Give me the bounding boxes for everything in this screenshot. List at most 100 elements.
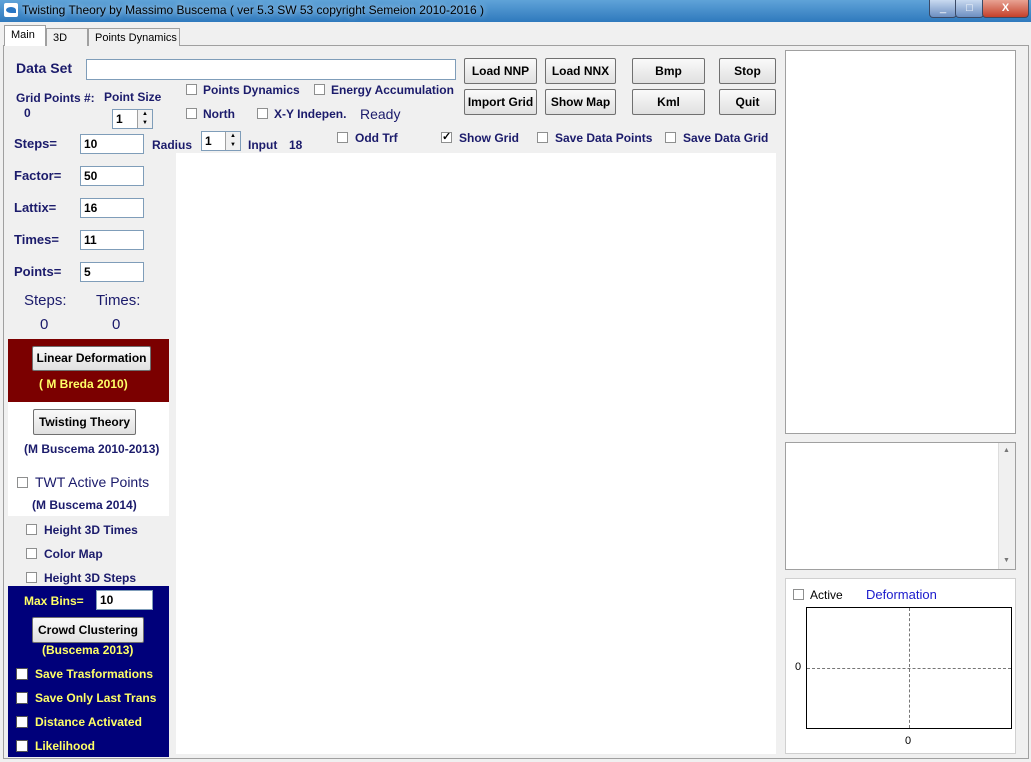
stop-button[interactable]: Stop — [719, 58, 776, 84]
twisting-theory-credit: (M Buscema 2010-2013) — [24, 442, 160, 456]
xy-indep-checkbox[interactable] — [257, 108, 268, 119]
energy-accumulation-label: Energy Accumulation — [331, 83, 454, 97]
times-counter-value: 0 — [112, 316, 121, 333]
save-data-grid-checkbox[interactable] — [665, 132, 676, 143]
window-title: Twisting Theory by Massimo Buscema ( ver… — [22, 3, 484, 17]
grid-points-value: 0 — [24, 106, 31, 120]
times-counter-label: Times: — [96, 292, 141, 309]
deformation-active-checkbox[interactable] — [793, 589, 804, 600]
save-only-last-trans-checkbox[interactable] — [16, 692, 28, 704]
title-bar: Twisting Theory by Massimo Buscema ( ver… — [0, 0, 1031, 22]
spin-down-icon[interactable]: ▼ — [137, 119, 152, 128]
steps-param-label: Steps= — [14, 136, 57, 151]
crowd-clustering-credit: (Buscema 2013) — [42, 643, 134, 657]
vertical-scrollbar[interactable]: ▲ ▼ — [998, 443, 1015, 569]
status-text: Ready — [360, 106, 401, 122]
lattix-param-input[interactable]: 16 — [80, 198, 144, 218]
save-trasformations-label: Save Trasformations — [35, 667, 154, 681]
lattix-param-label: Lattix= — [14, 200, 57, 215]
load-nnp-button[interactable]: Load NNP — [464, 58, 537, 84]
north-label: North — [203, 107, 235, 121]
north-checkbox[interactable] — [186, 108, 197, 119]
twt-panel: TWT Active Points (M Buscema 2014) — [8, 472, 169, 516]
xy-indep-label: X-Y Indepen. — [274, 107, 347, 121]
maximize-button[interactable]: □ — [955, 0, 984, 18]
kml-button[interactable]: Kml — [632, 89, 705, 115]
quit-button[interactable]: Quit — [719, 89, 776, 115]
app-icon — [4, 3, 18, 17]
max-bins-input[interactable]: 10 — [96, 590, 153, 610]
points-param-input[interactable]: 5 — [80, 262, 144, 282]
bmp-button[interactable]: Bmp — [632, 58, 705, 84]
scroll-up-icon[interactable]: ▲ — [1003, 447, 1010, 454]
log-textbox[interactable]: ▲ ▼ — [785, 442, 1016, 570]
height-3d-times-checkbox[interactable] — [26, 524, 37, 535]
spin-up-icon[interactable]: ▲ — [225, 132, 240, 141]
points-dynamics-checkbox[interactable] — [186, 84, 197, 95]
color-map-checkbox[interactable] — [26, 548, 37, 559]
twisting-theory-button[interactable]: Twisting Theory — [33, 409, 136, 435]
twt-active-points-label: TWT Active Points — [35, 474, 150, 490]
tab-points-dynamics[interactable]: Points Dynamics — [88, 28, 180, 46]
crowd-clustering-button[interactable]: Crowd Clustering — [32, 617, 144, 643]
distance-activated-checkbox[interactable] — [16, 716, 28, 728]
deformation-panel: Active Deformation 0 0 — [785, 578, 1016, 754]
input-value: 18 — [289, 138, 303, 152]
steps-counter-value: 0 — [40, 316, 49, 333]
radius-label: Radius — [152, 138, 193, 152]
deformation-active-label: Active — [810, 588, 843, 602]
show-map-button[interactable]: Show Map — [545, 89, 616, 115]
show-grid-label: Show Grid — [459, 131, 519, 145]
tab-3d[interactable]: 3D — [46, 28, 88, 46]
linear-deformation-panel: Linear Deformation ( M Breda 2010) — [8, 339, 169, 402]
data-set-input[interactable] — [86, 59, 456, 80]
height-3d-steps-checkbox[interactable] — [26, 572, 37, 583]
steps-param-input[interactable]: 10 — [80, 134, 144, 154]
show-grid-checkbox[interactable] — [441, 130, 452, 143]
input-label: Input — [248, 138, 278, 152]
max-bins-label: Max Bins= — [24, 594, 84, 608]
main-canvas[interactable] — [176, 153, 776, 754]
spin-down-icon[interactable]: ▼ — [225, 141, 240, 150]
tab-main[interactable]: Main — [4, 25, 46, 46]
twt-credit: (M Buscema 2014) — [32, 498, 137, 512]
preview-panel — [785, 50, 1016, 434]
save-only-last-trans-label: Save Only Last Trans — [35, 691, 157, 705]
times-param-input[interactable]: 11 — [80, 230, 144, 250]
twt-active-points-checkbox[interactable] — [17, 477, 28, 488]
height-3d-steps-label: Height 3D Steps — [44, 571, 137, 585]
linear-deformation-button[interactable]: Linear Deformation — [32, 346, 151, 371]
factor-param-input[interactable]: 50 — [80, 166, 144, 186]
radius-spinner[interactable]: 1 ▲ ▼ — [201, 131, 241, 151]
data-set-label: Data Set — [16, 60, 73, 76]
height-3d-times-label: Height 3D Times — [44, 523, 138, 537]
points-dynamics-label: Points Dynamics — [203, 83, 300, 97]
save-data-points-checkbox[interactable] — [537, 132, 548, 143]
y-axis-tick: 0 — [795, 661, 802, 673]
point-size-spinner[interactable]: 1 ▲ ▼ — [112, 109, 153, 129]
times-param-label: Times= — [14, 232, 59, 247]
linear-deformation-credit: ( M Breda 2010) — [39, 377, 128, 391]
load-nnx-button[interactable]: Load NNX — [545, 58, 616, 84]
point-size-label: Point Size — [104, 90, 162, 104]
twisting-theory-panel: Twisting Theory (M Buscema 2010-2013) — [8, 402, 169, 472]
likelihood-checkbox[interactable] — [16, 740, 28, 752]
x-axis-tick: 0 — [905, 735, 912, 747]
odd-trf-checkbox[interactable] — [337, 132, 348, 143]
factor-param-label: Factor= — [14, 168, 62, 183]
radius-value: 1 — [205, 134, 212, 148]
import-grid-button[interactable]: Import Grid — [464, 89, 537, 115]
save-data-points-label: Save Data Points — [555, 131, 653, 145]
energy-accumulation-checkbox[interactable] — [314, 84, 325, 95]
deformation-title: Deformation — [866, 587, 937, 602]
scroll-down-icon[interactable]: ▼ — [1003, 557, 1010, 564]
spin-up-icon[interactable]: ▲ — [137, 110, 152, 119]
odd-trf-label: Odd Trf — [355, 131, 398, 145]
minimize-button[interactable]: _ — [929, 0, 957, 18]
distance-activated-label: Distance Activated — [35, 715, 142, 729]
steps-counter-label: Steps: — [24, 292, 67, 309]
deformation-plot — [806, 607, 1012, 729]
close-button[interactable]: X — [982, 0, 1029, 18]
save-trasformations-checkbox[interactable] — [16, 668, 28, 680]
color-map-label: Color Map — [44, 547, 103, 561]
